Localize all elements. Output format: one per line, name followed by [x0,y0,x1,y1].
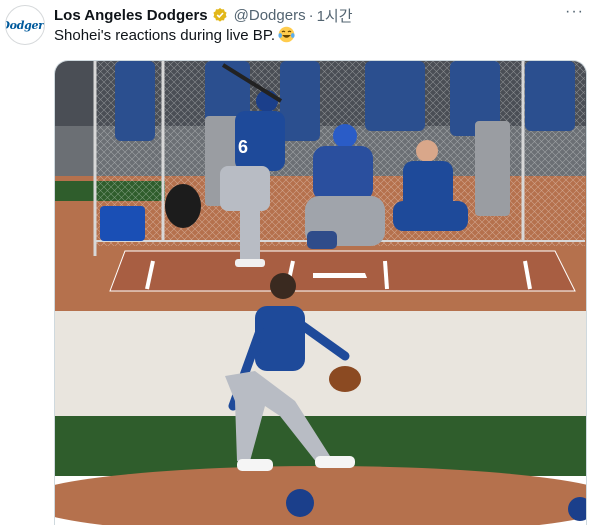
infield-tarp [55,311,586,416]
verified-badge-icon [212,7,228,23]
home-plate [313,273,367,278]
backpack [165,184,201,228]
tweet-header: Los Angeles Dodgers @Dodgers · 1시간 [54,5,562,25]
laughing-tears-emoji-icon [278,26,295,43]
batters-box-area [109,250,576,292]
tweet-text: Shohei's reactions during live BP. [54,26,295,44]
more-options-icon[interactable]: ··· [565,4,584,20]
jersey-number: 6 [238,137,248,157]
live-bp-scene-image: 6 [55,61,586,525]
tweet-video-media[interactable]: 6 [54,60,587,525]
display-name[interactable]: Los Angeles Dodgers [54,7,208,24]
dodgers-logo-text: Dodgers [6,18,44,32]
tweet-text-content: Shohei's reactions during live BP. [54,27,276,44]
pitchers-mound [55,466,586,525]
baseball-glove [329,366,361,392]
timestamp[interactable]: 1시간 [317,5,353,26]
handle[interactable]: @Dodgers [234,7,306,24]
avatar[interactable]: Dodgers [5,5,45,45]
separator: · [308,6,314,24]
foreground-player-head [286,489,314,517]
equipment-bag [100,206,145,241]
